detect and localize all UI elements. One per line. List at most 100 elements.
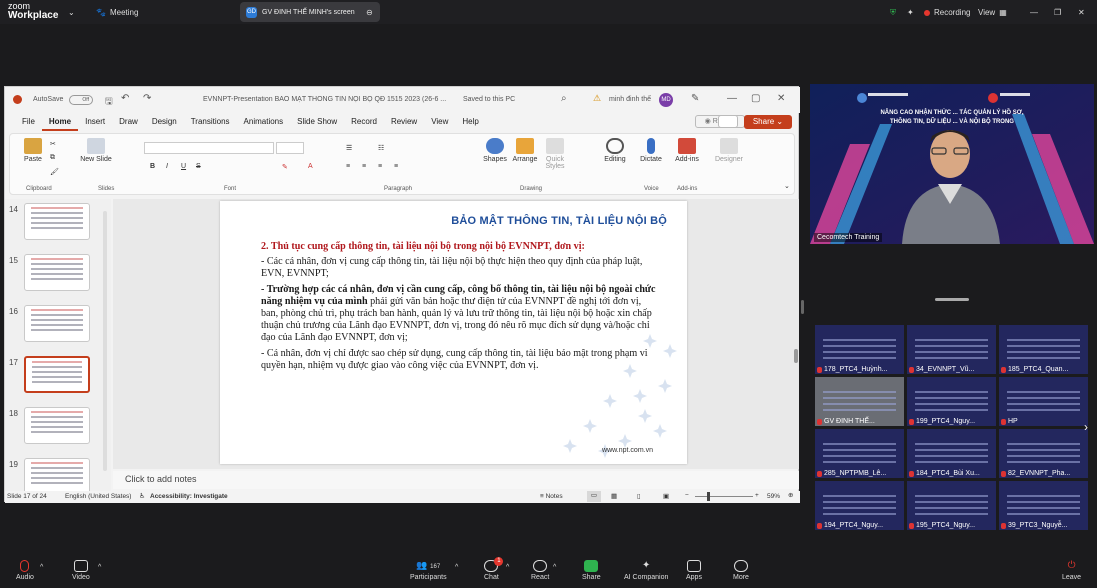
- tab-insert[interactable]: Insert: [78, 115, 112, 131]
- bold-button[interactable]: B: [150, 163, 155, 170]
- restore-icon[interactable]: ▢: [751, 93, 760, 104]
- restore-icon[interactable]: ❐: [1054, 5, 1061, 20]
- notes-pane[interactable]: Click to add notes: [113, 471, 799, 489]
- save-icon[interactable]: 🖫: [105, 94, 113, 110]
- participant-tile[interactable]: 39_PTC3_Nguyễ...: [998, 480, 1089, 531]
- tab-transitions[interactable]: Transitions: [184, 115, 237, 131]
- autosave-toggle[interactable]: Off: [69, 95, 93, 105]
- more-button[interactable]: More: [733, 560, 749, 581]
- react-options-chevron[interactable]: ^: [553, 564, 556, 571]
- format-painter-icon[interactable]: 🖌: [50, 168, 59, 176]
- participant-tile[interactable]: 199_PTC4_Nguy...: [906, 376, 997, 427]
- participant-tile[interactable]: 185_PTC4_Quan...: [998, 324, 1089, 375]
- slide-sorter-icon[interactable]: ▦: [611, 492, 617, 500]
- audio-button[interactable]: Audio: [16, 560, 34, 581]
- shared-screen-tab[interactable]: GD GV ĐINH THẾ MINH's screen: [240, 2, 380, 22]
- leave-button[interactable]: ⏻ Leave: [1062, 560, 1081, 581]
- dictate-button[interactable]: Dictate: [636, 138, 666, 163]
- addins-button[interactable]: Add-ins: [672, 138, 702, 163]
- apps-button[interactable]: Apps: [686, 560, 702, 581]
- search-icon[interactable]: ⌕: [561, 93, 567, 104]
- cut-icon[interactable]: ✂: [50, 140, 56, 148]
- video-options-chevron[interactable]: ^: [98, 564, 101, 571]
- reading-view-icon[interactable]: ▯: [637, 492, 641, 500]
- meeting-button[interactable]: 🐾 Meeting: [96, 5, 138, 20]
- next-page-icon[interactable]: ›: [1084, 420, 1088, 434]
- new-slide-button[interactable]: New Slide: [80, 138, 112, 163]
- slide-thumbnail[interactable]: [24, 203, 90, 240]
- strikethrough-button[interactable]: S: [196, 163, 201, 170]
- align-center-icon[interactable]: ≡: [362, 163, 366, 170]
- split-drag-handle[interactable]: [801, 300, 804, 314]
- participant-tile[interactable]: 184_PTC4_Bùi Xu...: [906, 428, 997, 479]
- tab-slide-show[interactable]: Slide Show: [290, 115, 344, 131]
- editing-button[interactable]: Editing: [600, 138, 630, 163]
- shapes-button[interactable]: Shapes: [480, 138, 510, 163]
- chat-button[interactable]: 1 Chat: [484, 557, 504, 581]
- participants-button[interactable]: 👥 167 Participants: [410, 560, 447, 581]
- slide-thumbnail[interactable]: [24, 407, 90, 444]
- user-name[interactable]: minh đinh thế: [609, 96, 651, 103]
- tab-home[interactable]: Home: [41, 115, 79, 131]
- current-slide[interactable]: BẢO MẬT THÔNG TIN, TÀI LIỆU NỘI BỘ 2. Th…: [220, 201, 687, 464]
- slide-thumbnails-pane[interactable]: 14 15 16 17 18 19: [5, 199, 111, 495]
- zoom-slider-thumb[interactable]: [707, 492, 710, 501]
- underline-button[interactable]: U: [181, 163, 186, 170]
- arrange-button[interactable]: Arrange: [510, 138, 540, 163]
- font-color-icon[interactable]: A: [308, 163, 313, 170]
- tab-design[interactable]: Design: [145, 115, 184, 131]
- panel-resize-handle[interactable]: [935, 298, 969, 301]
- minimize-icon[interactable]: —: [727, 93, 737, 104]
- slide-thumbnail[interactable]: [24, 458, 90, 495]
- numbering-icon[interactable]: ☷: [378, 144, 384, 152]
- font-name-select[interactable]: [144, 142, 274, 154]
- zoom-workplace-logo[interactable]: zoom Workplace: [8, 2, 68, 21]
- chat-options-chevron[interactable]: ^: [506, 564, 509, 571]
- participant-tile[interactable]: 194_PTC4_Nguy...: [814, 480, 905, 531]
- video-button[interactable]: Video: [72, 560, 90, 581]
- notes-toggle[interactable]: ≡ Notes: [540, 493, 563, 500]
- chevron-down-icon[interactable]: ⌄: [68, 5, 75, 20]
- share-button[interactable]: Share ⌄: [744, 115, 792, 129]
- tab-file[interactable]: File: [15, 115, 42, 131]
- tab-view[interactable]: View: [424, 115, 455, 131]
- ai-companion-button[interactable]: ✦ AI Companion: [624, 560, 668, 581]
- sparkle-icon[interactable]: ✦: [907, 5, 914, 20]
- thumbnail-scrollbar[interactable]: [103, 211, 107, 471]
- minimize-icon[interactable]: —: [1030, 5, 1038, 20]
- bullets-icon[interactable]: ☰: [346, 144, 352, 152]
- tab-draw[interactable]: Draw: [112, 115, 145, 131]
- zoom-out-icon[interactable]: −: [685, 492, 689, 499]
- participant-tile[interactable]: 195_PTC4_Nguy...: [906, 480, 997, 531]
- pen-icon[interactable]: ✎: [691, 93, 699, 104]
- justify-icon[interactable]: ≡: [394, 163, 398, 170]
- redo-icon[interactable]: ↷: [143, 93, 151, 104]
- tab-review[interactable]: Review: [384, 115, 424, 131]
- quick-styles-button[interactable]: Quick Styles: [540, 138, 570, 170]
- participants-options-chevron[interactable]: ^: [455, 564, 458, 571]
- user-avatar[interactable]: MD: [659, 93, 673, 107]
- comments-icon[interactable]: [718, 115, 738, 128]
- paste-button[interactable]: Paste: [18, 138, 48, 163]
- align-left-icon[interactable]: ≡: [346, 163, 350, 170]
- close-icon[interactable]: ✕: [777, 93, 785, 104]
- zoom-in-icon[interactable]: +: [755, 492, 759, 499]
- zoom-slider[interactable]: [695, 496, 753, 497]
- language-status[interactable]: English (United States): [65, 493, 131, 500]
- highlight-icon[interactable]: ✎: [282, 163, 288, 171]
- slide-thumbnail[interactable]: [24, 254, 90, 291]
- view-button[interactable]: View ▦: [978, 5, 1007, 20]
- participant-tile[interactable]: HP: [998, 376, 1089, 427]
- scroll-thumb[interactable]: [794, 349, 798, 363]
- recording-indicator[interactable]: Recording: [924, 5, 970, 20]
- fit-slide-icon[interactable]: ⊕: [788, 491, 793, 499]
- slide-thumbnail[interactable]: [24, 305, 90, 342]
- participant-tile[interactable]: 285_NPTPMB_Lê...: [814, 428, 905, 479]
- undo-icon[interactable]: ↶: [121, 93, 129, 104]
- close-icon[interactable]: ✕: [1078, 5, 1085, 20]
- share-screen-button[interactable]: Share: [582, 560, 601, 581]
- collapse-ribbon-icon[interactable]: ⌄: [784, 182, 790, 190]
- tab-record[interactable]: Record: [344, 115, 384, 131]
- shield-icon[interactable]: ⛨: [890, 5, 896, 20]
- zoom-level[interactable]: 59%: [767, 493, 780, 500]
